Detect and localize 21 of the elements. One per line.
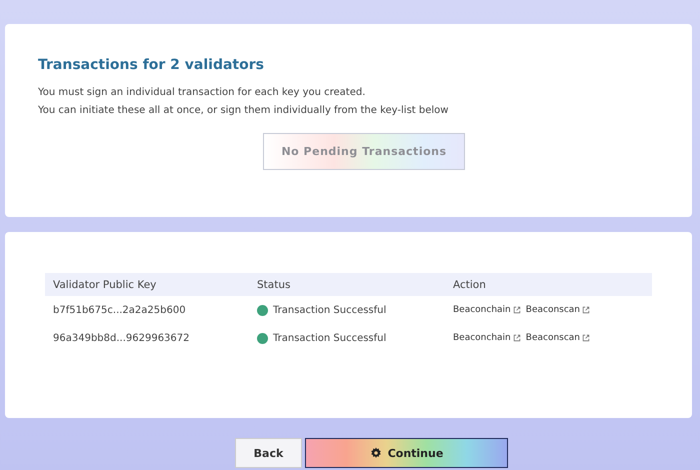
column-header: Validator Public Key — [53, 278, 158, 290]
instruction-text: You can initiate these all at once, or sign them individually from the key-list below — [38, 105, 450, 116]
status-text: Transaction Successful — [273, 332, 386, 344]
external-link[interactable]: Beaconchain — [453, 305, 511, 315]
continue-button[interactable]: Continue — [305, 438, 508, 468]
external-link-icon — [582, 306, 590, 314]
back-button[interactable]: Back — [235, 438, 302, 468]
column-header: Action — [453, 278, 487, 290]
external-link-icon — [512, 306, 521, 314]
external-link-icon — [512, 334, 521, 342]
table-cell-text: b7f51b675c...2a2a25b600 — [53, 304, 187, 316]
status-text: Transaction Successful — [273, 304, 386, 316]
external-link[interactable]: Beaconscan — [526, 305, 580, 315]
column-header: Status — [257, 278, 292, 290]
instruction-text: You must sign an individual transaction for each key you created. — [38, 87, 366, 98]
external-link[interactable]: Beaconchain — [453, 333, 511, 343]
table-cell-text: 96a349bb8d...9629963672 — [53, 332, 191, 344]
external-link-icon — [582, 334, 590, 342]
section-title: Transactions for 2 validators — [38, 57, 265, 73]
gear-icon — [370, 447, 382, 459]
external-link[interactable]: Beaconscan — [526, 333, 580, 343]
